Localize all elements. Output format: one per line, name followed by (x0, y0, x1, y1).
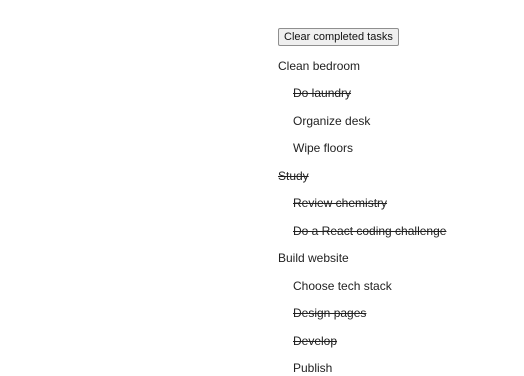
task-item-build-website[interactable]: Build website (278, 250, 349, 266)
task-item-do-laundry[interactable]: Do laundry (293, 85, 351, 101)
task-item-wipe-floors[interactable]: Wipe floors (293, 140, 353, 156)
task-item-clean-bedroom[interactable]: Clean bedroom (278, 58, 360, 74)
task-item-review-chemistry[interactable]: Review chemistry (293, 195, 387, 211)
task-item-react-challenge[interactable]: Do a React coding challenge (293, 223, 446, 239)
clear-completed-button[interactable]: Clear completed tasks (278, 28, 399, 46)
task-item-design-pages[interactable]: Design pages (293, 305, 366, 321)
todo-app: Clear completed tasks Clean bedroom Do l… (278, 27, 518, 375)
task-item-study[interactable]: Study (278, 168, 309, 184)
task-item-develop[interactable]: Develop (293, 333, 337, 349)
task-item-organize-desk[interactable]: Organize desk (293, 113, 370, 129)
task-item-choose-tech-stack[interactable]: Choose tech stack (293, 278, 392, 294)
